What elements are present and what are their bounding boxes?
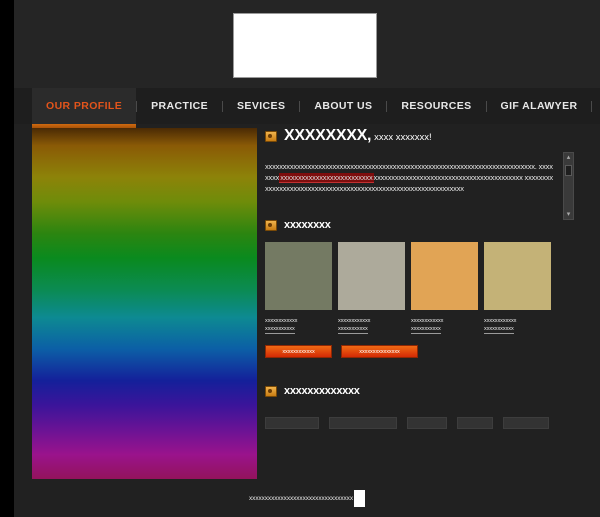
caption-line-1: xxxxxxxxxxxx	[338, 318, 371, 324]
scrollbar-thumb[interactable]	[565, 165, 572, 176]
caption-line-1: xxxxxxxxxxxx	[411, 318, 444, 324]
nav-label: PRACTICE	[151, 100, 209, 112]
welcome-para-post: xxxxxxxxxxxxxxxxxxxxxxxxxxxxxxxxxxxxxxxx…	[373, 173, 523, 182]
bottom-title: xxxxxxxxxxxxx	[284, 385, 360, 397]
footer-text: xxxxxxxxxxxxxxxxxxxxxxxxxxxxxxxxx	[249, 495, 353, 502]
footer-badge[interactable]	[353, 490, 365, 507]
gallery-heading: xxxxxxxx	[265, 220, 555, 231]
main-column: XXXXXXXX, xxxx xxxxxxx! xxxxxxxxxxxxxxxxx…	[265, 128, 555, 479]
partner-logo-placeholder[interactable]	[457, 417, 493, 429]
nav-label: GIF ALAWYER	[500, 100, 578, 112]
welcome-paragraph: xxxxxxxxxxxxxxxxxxxxxxxxxxxxxxxxxxxxxxxx…	[265, 161, 555, 194]
nav-item-resources[interactable]: RESOURCES	[387, 88, 485, 124]
nav-label: ABOUT US	[314, 100, 373, 112]
caption-line-2[interactable]: xxxxxxxxxxx	[411, 325, 441, 334]
thumbnail-image[interactable]	[338, 242, 405, 310]
inline-link[interactable]: xxxxxxxxxxxxxxxxxxxxxxxxxx	[279, 173, 374, 183]
nav-item-our-profile[interactable]: OUR PROFILE	[32, 88, 137, 128]
caption-line-2[interactable]: xxxxxxxxxxx	[484, 325, 514, 334]
welcome-title: XXXXXXXX,	[284, 127, 372, 144]
nav-label: SEVICES	[237, 100, 286, 112]
gallery-thumbnails: xxxxxxxxxxxx xxxxxxxxxxx xxxxxxxxxxxx xx…	[265, 242, 555, 334]
scroll-down-arrow-icon[interactable]: ▾	[564, 210, 573, 219]
partner-logo-placeholder[interactable]	[407, 417, 447, 429]
caption-line-1: xxxxxxxxxxxx	[265, 318, 298, 324]
badge-icon	[265, 130, 277, 142]
welcome-para-line1: xxxxxxxxxxxxxxxxxxxxxxxxxxxxxxxxxxxxxxxx…	[265, 162, 537, 171]
badge-icon	[265, 220, 277, 231]
gallery-action-buttons: xxxxxxxxxxxx xxxxxxxxxxxxxxx	[265, 345, 555, 358]
partner-logo-placeholder[interactable]	[503, 417, 549, 429]
thumbnail-image[interactable]	[411, 242, 478, 310]
welcome-heading: XXXXXXXX, xxxx xxxxxxx!	[265, 128, 555, 144]
primary-action-button[interactable]: xxxxxxxxxxxx	[265, 345, 332, 358]
welcome-subtitle: xxxx xxxxxxx!	[374, 132, 432, 143]
nav-label: OUR PROFILE	[46, 100, 123, 112]
site-header	[14, 0, 600, 88]
caption-line-2[interactable]: xxxxxxxxxxx	[265, 325, 295, 334]
site-footer: xxxxxxxxxxxxxxxxxxxxxxxxxxxxxxxxx	[14, 480, 600, 517]
gallery-item: xxxxxxxxxxxx xxxxxxxxxxx	[484, 242, 551, 334]
badge-icon	[265, 386, 277, 397]
main-navigation: OUR PROFILE PRACTICE SEVICES ABOUT US RE…	[14, 88, 600, 128]
thumbnail-image[interactable]	[265, 242, 332, 310]
caption-line-2[interactable]: xxxxxxxxxxx	[338, 325, 368, 334]
nav-item-sevices[interactable]: SEVICES	[223, 88, 299, 124]
thumbnail-caption: xxxxxxxxxxxx xxxxxxxxxxx	[411, 317, 478, 334]
gallery-title: xxxxxxxx	[284, 219, 331, 231]
gallery-item: xxxxxxxxxxxx xxxxxxxxxxx	[338, 242, 405, 334]
partner-logo-placeholder[interactable]	[265, 417, 319, 429]
nav-item-practice[interactable]: PRACTICE	[137, 88, 222, 124]
partner-logo-row	[265, 417, 555, 429]
footer-inner: xxxxxxxxxxxxxxxxxxxxxxxxxxxxxxxxx	[249, 490, 365, 507]
thumbnail-caption: xxxxxxxxxxxx xxxxxxxxxxx	[265, 317, 332, 334]
content-area: XXXXXXXX, xxxx xxxxxxx! xxxxxxxxxxxxxxxxx…	[14, 128, 600, 480]
bottom-heading: xxxxxxxxxxxxx	[265, 386, 555, 397]
thumbnail-caption: xxxxxxxxxxxx xxxxxxxxxxx	[338, 317, 405, 334]
app-window: OUR PROFILE PRACTICE SEVICES ABOUT US RE…	[0, 0, 600, 517]
nav-label: RESOURCES	[401, 100, 472, 112]
gallery-item: xxxxxxxxxxxx xxxxxxxxxxx	[265, 242, 332, 334]
hero-gradient-panel	[32, 128, 257, 479]
scroll-up-arrow-icon[interactable]: ▴	[564, 153, 573, 162]
nav-item-contacts[interactable]: CONTACTS	[592, 88, 600, 124]
secondary-action-button[interactable]: xxxxxxxxxxxxxxx	[341, 345, 418, 358]
nav-item-about-us[interactable]: ABOUT US	[300, 88, 386, 124]
thumbnail-image[interactable]	[484, 242, 551, 310]
welcome-title-wrap: XXXXXXXX, xxxx xxxxxxx!	[284, 128, 432, 144]
nav-item-gif-alawyer[interactable]: GIF ALAWYER	[487, 88, 592, 124]
partner-logo-placeholder[interactable]	[329, 417, 397, 429]
page-body: OUR PROFILE PRACTICE SEVICES ABOUT US RE…	[14, 0, 600, 517]
gallery-item: xxxxxxxxxxxx xxxxxxxxxxx	[411, 242, 478, 334]
thumbnail-caption: xxxxxxxxxxxx xxxxxxxxxxx	[484, 317, 551, 334]
caption-line-1: xxxxxxxxxxxx	[484, 318, 517, 324]
site-logo[interactable]	[233, 13, 377, 78]
vertical-scrollbar[interactable]: ▴ ▾	[563, 152, 574, 220]
